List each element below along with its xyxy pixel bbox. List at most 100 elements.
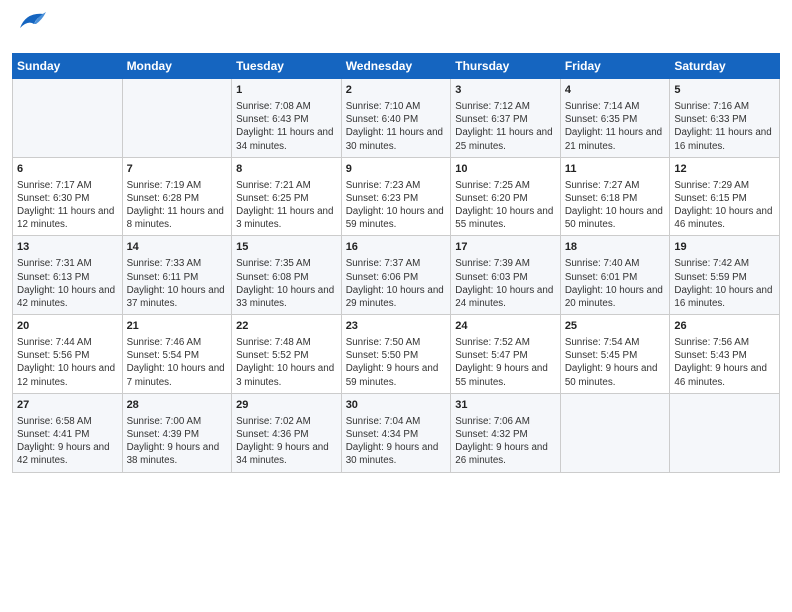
day-content: Sunrise: 7:21 AMSunset: 6:25 PMDaylight:… — [236, 179, 337, 232]
day-number: 4 — [565, 83, 666, 98]
calendar-week-row: 6 Sunrise: 7:17 AMSunset: 6:30 PMDaylight… — [13, 157, 780, 236]
calendar-cell — [13, 79, 123, 158]
calendar-cell: 22 Sunrise: 7:48 AMSunset: 5:52 PMDayligh… — [232, 315, 342, 394]
weekday-header: Monday — [122, 54, 232, 79]
day-number: 2 — [346, 83, 447, 98]
day-number: 17 — [455, 240, 556, 255]
day-content: Sunrise: 7:16 AMSunset: 6:33 PMDaylight:… — [674, 100, 775, 153]
day-content: Sunrise: 7:19 AMSunset: 6:28 PMDaylight:… — [127, 179, 228, 232]
day-content: Sunrise: 7:39 AMSunset: 6:03 PMDaylight:… — [455, 257, 556, 310]
calendar-cell: 23Sunrise: 7:50 AMSunset: 5:50 PMDayligh… — [341, 315, 451, 394]
weekday-header: Wednesday — [341, 54, 451, 79]
day-content: Sunrise: 7:00 AMSunset: 4:39 PMDaylight:… — [127, 415, 228, 468]
day-number: 20 — [17, 319, 118, 334]
calendar-cell: 26Sunrise: 7:56 AMSunset: 5:43 PMDayligh… — [670, 315, 780, 394]
calendar-cell: 10 Sunrise: 7:25 AMSunset: 6:20 PMDayligh… — [451, 157, 561, 236]
day-content: Sunrise: 7:48 AMSunset: 5:52 PMDaylight:… — [236, 336, 337, 389]
day-content: Sunrise: 7:40 AMSunset: 6:01 PMDaylight:… — [565, 257, 666, 310]
day-number: 22 — [236, 319, 337, 334]
day-number: 31 — [455, 398, 556, 413]
weekday-header: Thursday — [451, 54, 561, 79]
page-container: SundayMondayTuesdayWednesdayThursdayFrid… — [0, 0, 792, 481]
calendar-cell: 11Sunrise: 7:27 AMSunset: 6:18 PMDayligh… — [560, 157, 670, 236]
calendar-cell: 9 Sunrise: 7:23 AMSunset: 6:23 PMDaylight… — [341, 157, 451, 236]
day-number: 8 — [236, 162, 337, 177]
calendar-cell: 5 Sunrise: 7:16 AMSunset: 6:33 PMDaylight… — [670, 79, 780, 158]
day-number: 24 — [455, 319, 556, 334]
calendar-cell: 2 Sunrise: 7:10 AMSunset: 6:40 PMDaylight… — [341, 79, 451, 158]
calendar-cell: 8 Sunrise: 7:21 AMSunset: 6:25 PMDaylight… — [232, 157, 342, 236]
day-number: 16 — [346, 240, 447, 255]
calendar-cell: 1 Sunrise: 7:08 AMSunset: 6:43 PMDaylight… — [232, 79, 342, 158]
calendar-cell: 31Sunrise: 7:06 AMSunset: 4:32 PMDayligh… — [451, 393, 561, 472]
calendar-cell: 24 Sunrise: 7:52 AMSunset: 5:47 PMDayligh… — [451, 315, 561, 394]
day-content: Sunrise: 7:02 AMSunset: 4:36 PMDaylight:… — [236, 415, 337, 468]
calendar-cell: 7 Sunrise: 7:19 AMSunset: 6:28 PMDaylight… — [122, 157, 232, 236]
calendar-table: SundayMondayTuesdayWednesdayThursdayFrid… — [12, 53, 780, 473]
day-number: 27 — [17, 398, 118, 413]
day-content: Sunrise: 7:29 AMSunset: 6:15 PMDaylight:… — [674, 179, 775, 232]
day-content: Sunrise: 7:42 AMSunset: 5:59 PMDaylight:… — [674, 257, 775, 310]
day-number: 26 — [674, 319, 775, 334]
calendar-cell: 29 Sunrise: 7:02 AMSunset: 4:36 PMDayligh… — [232, 393, 342, 472]
weekday-header: Friday — [560, 54, 670, 79]
day-number: 29 — [236, 398, 337, 413]
day-number: 3 — [455, 83, 556, 98]
day-number: 14 — [127, 240, 228, 255]
day-number: 9 — [346, 162, 447, 177]
calendar-cell: 15 Sunrise: 7:35 AMSunset: 6:08 PMDayligh… — [232, 236, 342, 315]
day-content: Sunrise: 7:46 AMSunset: 5:54 PMDaylight:… — [127, 336, 228, 389]
calendar-header: SundayMondayTuesdayWednesdayThursdayFrid… — [13, 54, 780, 79]
day-content: Sunrise: 7:44 AMSunset: 5:56 PMDaylight:… — [17, 336, 118, 389]
day-number: 19 — [674, 240, 775, 255]
day-content: Sunrise: 7:33 AMSunset: 6:11 PMDaylight:… — [127, 257, 228, 310]
day-content: Sunrise: 7:35 AMSunset: 6:08 PMDaylight:… — [236, 257, 337, 310]
day-number: 10 — [455, 162, 556, 177]
calendar-cell: 20 Sunrise: 7:44 AMSunset: 5:56 PMDayligh… — [13, 315, 123, 394]
day-number: 1 — [236, 83, 337, 98]
day-number: 30 — [346, 398, 447, 413]
calendar-cell: 6 Sunrise: 7:17 AMSunset: 6:30 PMDaylight… — [13, 157, 123, 236]
calendar-cell — [560, 393, 670, 472]
day-number: 21 — [127, 319, 228, 334]
day-content: Sunrise: 7:23 AMSunset: 6:23 PMDaylight:… — [346, 179, 447, 232]
day-number: 7 — [127, 162, 228, 177]
calendar-cell: 21 Sunrise: 7:46 AMSunset: 5:54 PMDayligh… — [122, 315, 232, 394]
day-content: Sunrise: 7:52 AMSunset: 5:47 PMDaylight:… — [455, 336, 556, 389]
day-content: Sunrise: 7:31 AMSunset: 6:13 PMDaylight:… — [17, 257, 118, 310]
calendar-cell — [122, 79, 232, 158]
day-content: Sunrise: 7:12 AMSunset: 6:37 PMDaylight:… — [455, 100, 556, 153]
day-number: 13 — [17, 240, 118, 255]
day-content: Sunrise: 7:17 AMSunset: 6:30 PMDaylight:… — [17, 179, 118, 232]
day-content: Sunrise: 7:54 AMSunset: 5:45 PMDaylight:… — [565, 336, 666, 389]
calendar-cell: 18Sunrise: 7:40 AMSunset: 6:01 PMDayligh… — [560, 236, 670, 315]
calendar-week-row: 27 Sunrise: 6:58 AMSunset: 4:41 PMDayligh… — [13, 393, 780, 472]
day-content: Sunrise: 7:04 AMSunset: 4:34 PMDaylight:… — [346, 415, 447, 468]
day-number: 25 — [565, 319, 666, 334]
calendar-cell: 17 Sunrise: 7:39 AMSunset: 6:03 PMDayligh… — [451, 236, 561, 315]
day-number: 23 — [346, 319, 447, 334]
calendar-cell: 16 Sunrise: 7:37 AMSunset: 6:06 PMDayligh… — [341, 236, 451, 315]
weekday-header: Tuesday — [232, 54, 342, 79]
calendar-cell: 27 Sunrise: 6:58 AMSunset: 4:41 PMDayligh… — [13, 393, 123, 472]
calendar-cell: 13 Sunrise: 7:31 AMSunset: 6:13 PMDayligh… — [13, 236, 123, 315]
logo — [12, 10, 48, 47]
day-number: 5 — [674, 83, 775, 98]
day-content: Sunrise: 7:08 AMSunset: 6:43 PMDaylight:… — [236, 100, 337, 153]
day-content: Sunrise: 7:25 AMSunset: 6:20 PMDaylight:… — [455, 179, 556, 232]
calendar-week-row: 1 Sunrise: 7:08 AMSunset: 6:43 PMDaylight… — [13, 79, 780, 158]
day-content: Sunrise: 6:58 AMSunset: 4:41 PMDaylight:… — [17, 415, 118, 468]
calendar-cell: 30 Sunrise: 7:04 AMSunset: 4:34 PMDayligh… — [341, 393, 451, 472]
calendar-cell: 25 Sunrise: 7:54 AMSunset: 5:45 PMDayligh… — [560, 315, 670, 394]
day-content: Sunrise: 7:27 AMSunset: 6:18 PMDaylight:… — [565, 179, 666, 232]
day-number: 15 — [236, 240, 337, 255]
calendar-cell: 4Sunrise: 7:14 AMSunset: 6:35 PMDaylight… — [560, 79, 670, 158]
weekday-header: Sunday — [13, 54, 123, 79]
calendar-cell: 14 Sunrise: 7:33 AMSunset: 6:11 PMDayligh… — [122, 236, 232, 315]
day-number: 6 — [17, 162, 118, 177]
calendar-cell: 28Sunrise: 7:00 AMSunset: 4:39 PMDayligh… — [122, 393, 232, 472]
calendar-cell: 3 Sunrise: 7:12 AMSunset: 6:37 PMDaylight… — [451, 79, 561, 158]
day-number: 12 — [674, 162, 775, 177]
day-content: Sunrise: 7:10 AMSunset: 6:40 PMDaylight:… — [346, 100, 447, 153]
day-content: Sunrise: 7:37 AMSunset: 6:06 PMDaylight:… — [346, 257, 447, 310]
